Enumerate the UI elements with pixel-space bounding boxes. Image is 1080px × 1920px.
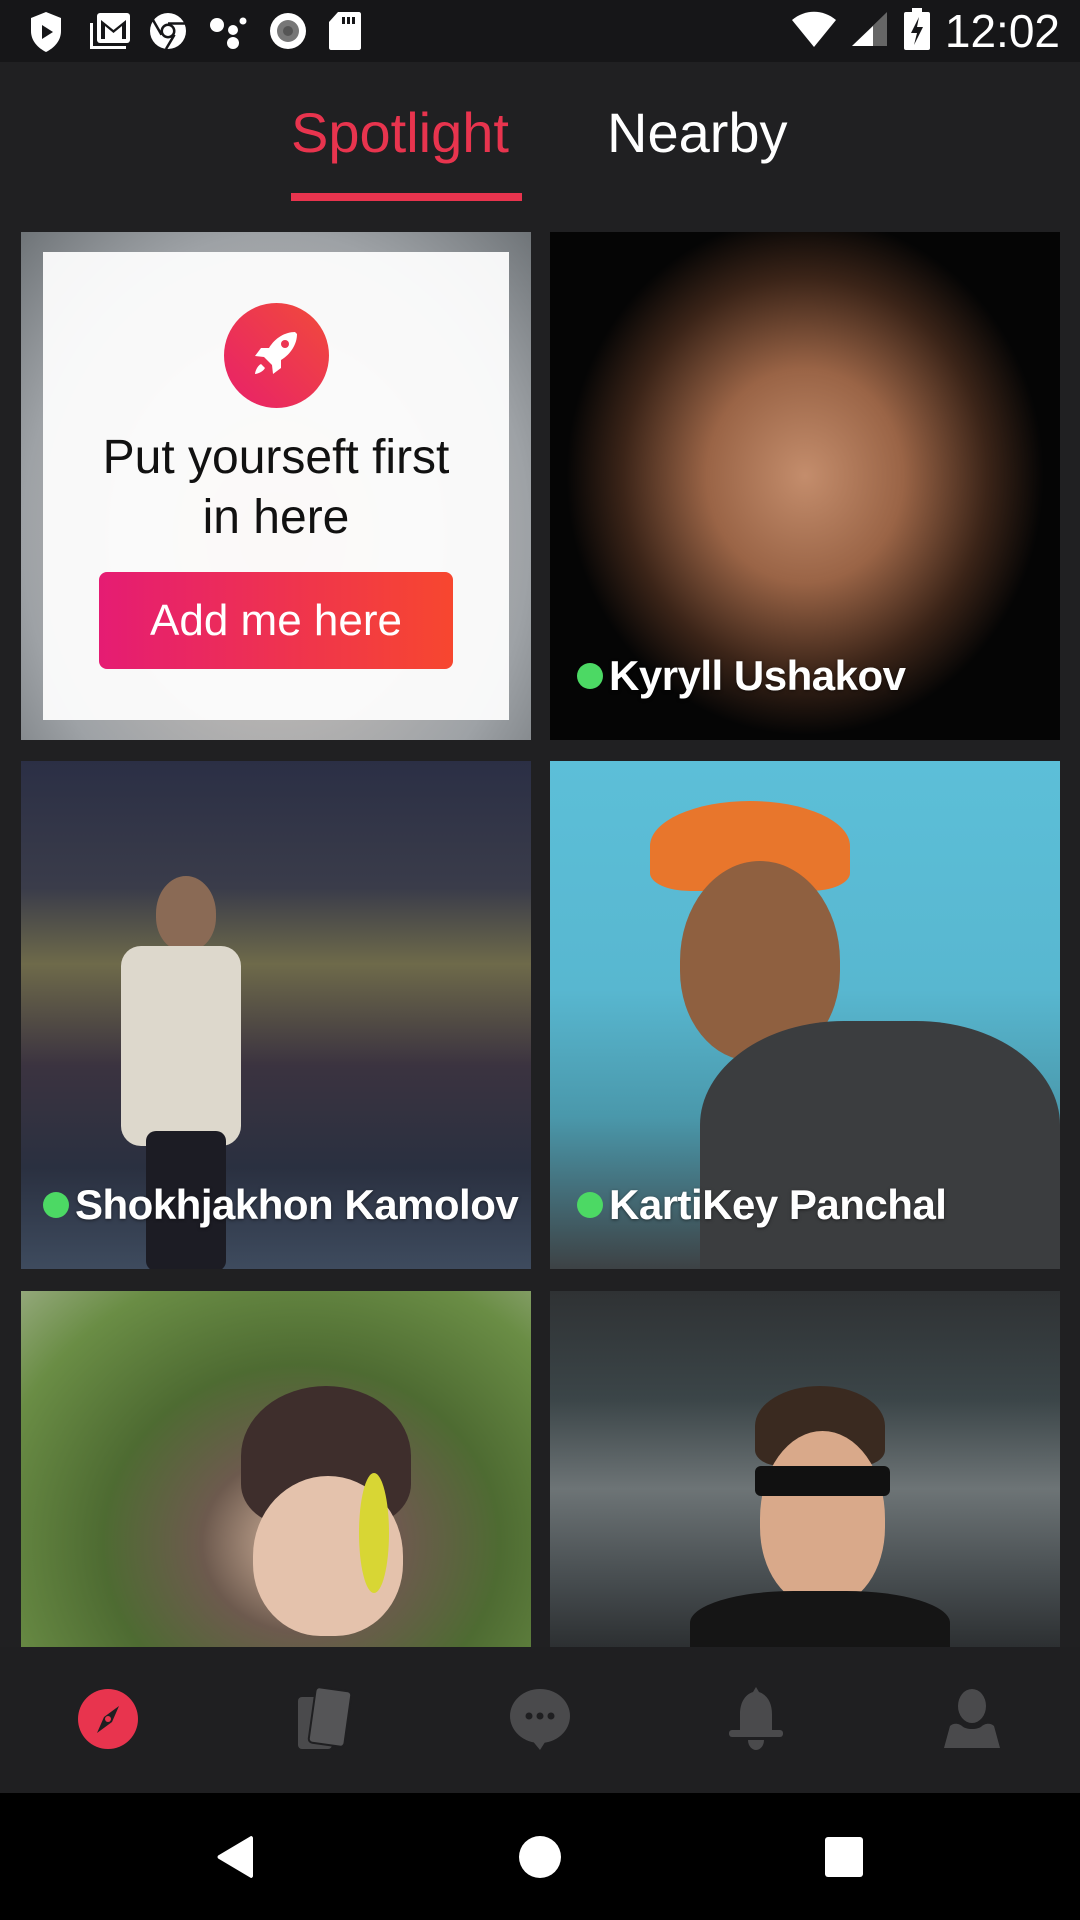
add-me-here-button[interactable]: Add me here	[99, 572, 453, 669]
home-button[interactable]	[510, 1829, 570, 1889]
back-button[interactable]	[205, 1829, 265, 1889]
recents-button[interactable]	[814, 1829, 874, 1889]
nav-discover[interactable]	[68, 1681, 148, 1761]
compass-icon	[77, 1688, 139, 1755]
profile-card[interactable]	[21, 1291, 531, 1647]
back-icon	[215, 1834, 255, 1885]
sd-card-icon	[328, 11, 368, 51]
profile-card[interactable]	[550, 1291, 1060, 1647]
bell-icon	[728, 1686, 784, 1757]
profile-name-row: Shokhjakhon Kamolov	[43, 1181, 519, 1229]
promo-line-2: in here	[202, 491, 350, 544]
profile-name: Shokhjakhon Kamolov	[75, 1181, 519, 1228]
bottom-navigation	[0, 1647, 1080, 1793]
active-tab-indicator	[291, 193, 522, 201]
profile-grid[interactable]: Put yourseft first in here Add me here K…	[0, 212, 1080, 1647]
nav-profile[interactable]	[932, 1681, 1012, 1761]
status-bar: 12:02	[0, 0, 1080, 62]
record-icon	[268, 11, 308, 51]
profile-photo	[550, 1291, 1060, 1647]
online-status-dot	[577, 1192, 603, 1218]
profile-card[interactable]: KartiKey Panchal	[550, 761, 1060, 1269]
clock: 12:02	[944, 5, 1060, 57]
profile-name: Kyryll Ushakov	[609, 652, 906, 699]
system-navigation-bar	[0, 1793, 1080, 1920]
profile-card[interactable]: Kyryll Ushakov	[550, 232, 1060, 740]
notification-icons	[28, 10, 368, 52]
wifi-icon	[791, 11, 837, 52]
cards-icon	[296, 1685, 353, 1756]
nav-messages[interactable]	[500, 1681, 580, 1761]
promo-card: Put yourseft first in here Add me here	[21, 232, 531, 740]
promo-message: Put yourseft first in here	[103, 428, 450, 548]
chat-bubble-icon	[509, 1687, 571, 1756]
profile-photo	[21, 1291, 531, 1647]
profile-name-row: KartiKey Panchal	[577, 1181, 947, 1229]
chrome-icon	[148, 11, 188, 51]
recents-icon	[824, 1836, 864, 1883]
battery-charging-icon	[903, 7, 931, 56]
promo-line-1: Put yourseft first	[102, 431, 450, 484]
rocket-badge	[223, 303, 329, 408]
cell-signal-icon	[851, 11, 889, 52]
play-protect-icon	[28, 11, 68, 52]
tab-spotlight[interactable]: Spotlight	[291, 100, 509, 165]
home-icon	[518, 1835, 562, 1884]
tab-nearby[interactable]: Nearby	[607, 100, 788, 165]
profile-name-row: Kyryll Ushakov	[577, 652, 906, 700]
profile-name: KartiKey Panchal	[609, 1181, 947, 1228]
gmail-icon	[88, 11, 130, 51]
rocket-icon	[247, 324, 305, 387]
nav-cards[interactable]	[284, 1681, 364, 1761]
online-status-dot	[43, 1192, 69, 1218]
system-status: 12:02	[791, 5, 1060, 57]
promo-overlay: Put yourseft first in here Add me here	[43, 252, 509, 720]
online-status-dot	[577, 663, 603, 689]
profile-card[interactable]: Shokhjakhon Kamolov	[21, 761, 531, 1269]
tab-header: Spotlight Nearby	[0, 62, 1080, 212]
assistant-dots-icon	[208, 11, 248, 51]
person-icon	[942, 1688, 1002, 1755]
nav-notifications[interactable]	[716, 1681, 796, 1761]
